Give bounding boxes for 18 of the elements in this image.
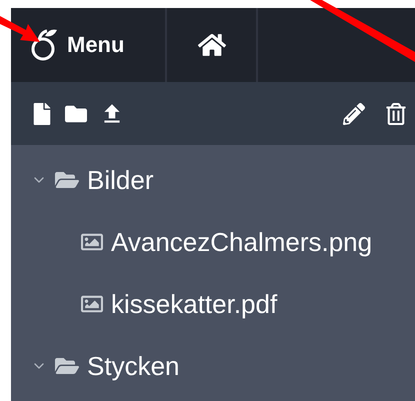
tree-item[interactable]: Stycken bbox=[11, 335, 415, 397]
pencil-icon bbox=[343, 102, 365, 124]
tree-item[interactable]: Bilder bbox=[11, 149, 415, 211]
item-name: Bilder bbox=[87, 164, 154, 196]
home-icon bbox=[198, 31, 226, 59]
image-icon bbox=[81, 231, 103, 253]
tree-item[interactable]: kissekatter.pdf bbox=[11, 273, 415, 335]
fruit-logo-icon bbox=[31, 28, 57, 62]
file-icon bbox=[31, 102, 53, 124]
edit-button[interactable] bbox=[343, 102, 365, 124]
item-name: AvancezChalmers.png bbox=[111, 226, 372, 258]
new-file-button[interactable] bbox=[31, 102, 53, 124]
item-name: Stycken bbox=[87, 350, 180, 382]
delete-button[interactable] bbox=[385, 102, 407, 124]
image-icon bbox=[81, 293, 103, 315]
item-name: kissekatter.pdf bbox=[111, 288, 278, 320]
tree-item[interactable]: AvancezChalmers.png bbox=[11, 211, 415, 273]
trash-icon bbox=[385, 102, 407, 124]
